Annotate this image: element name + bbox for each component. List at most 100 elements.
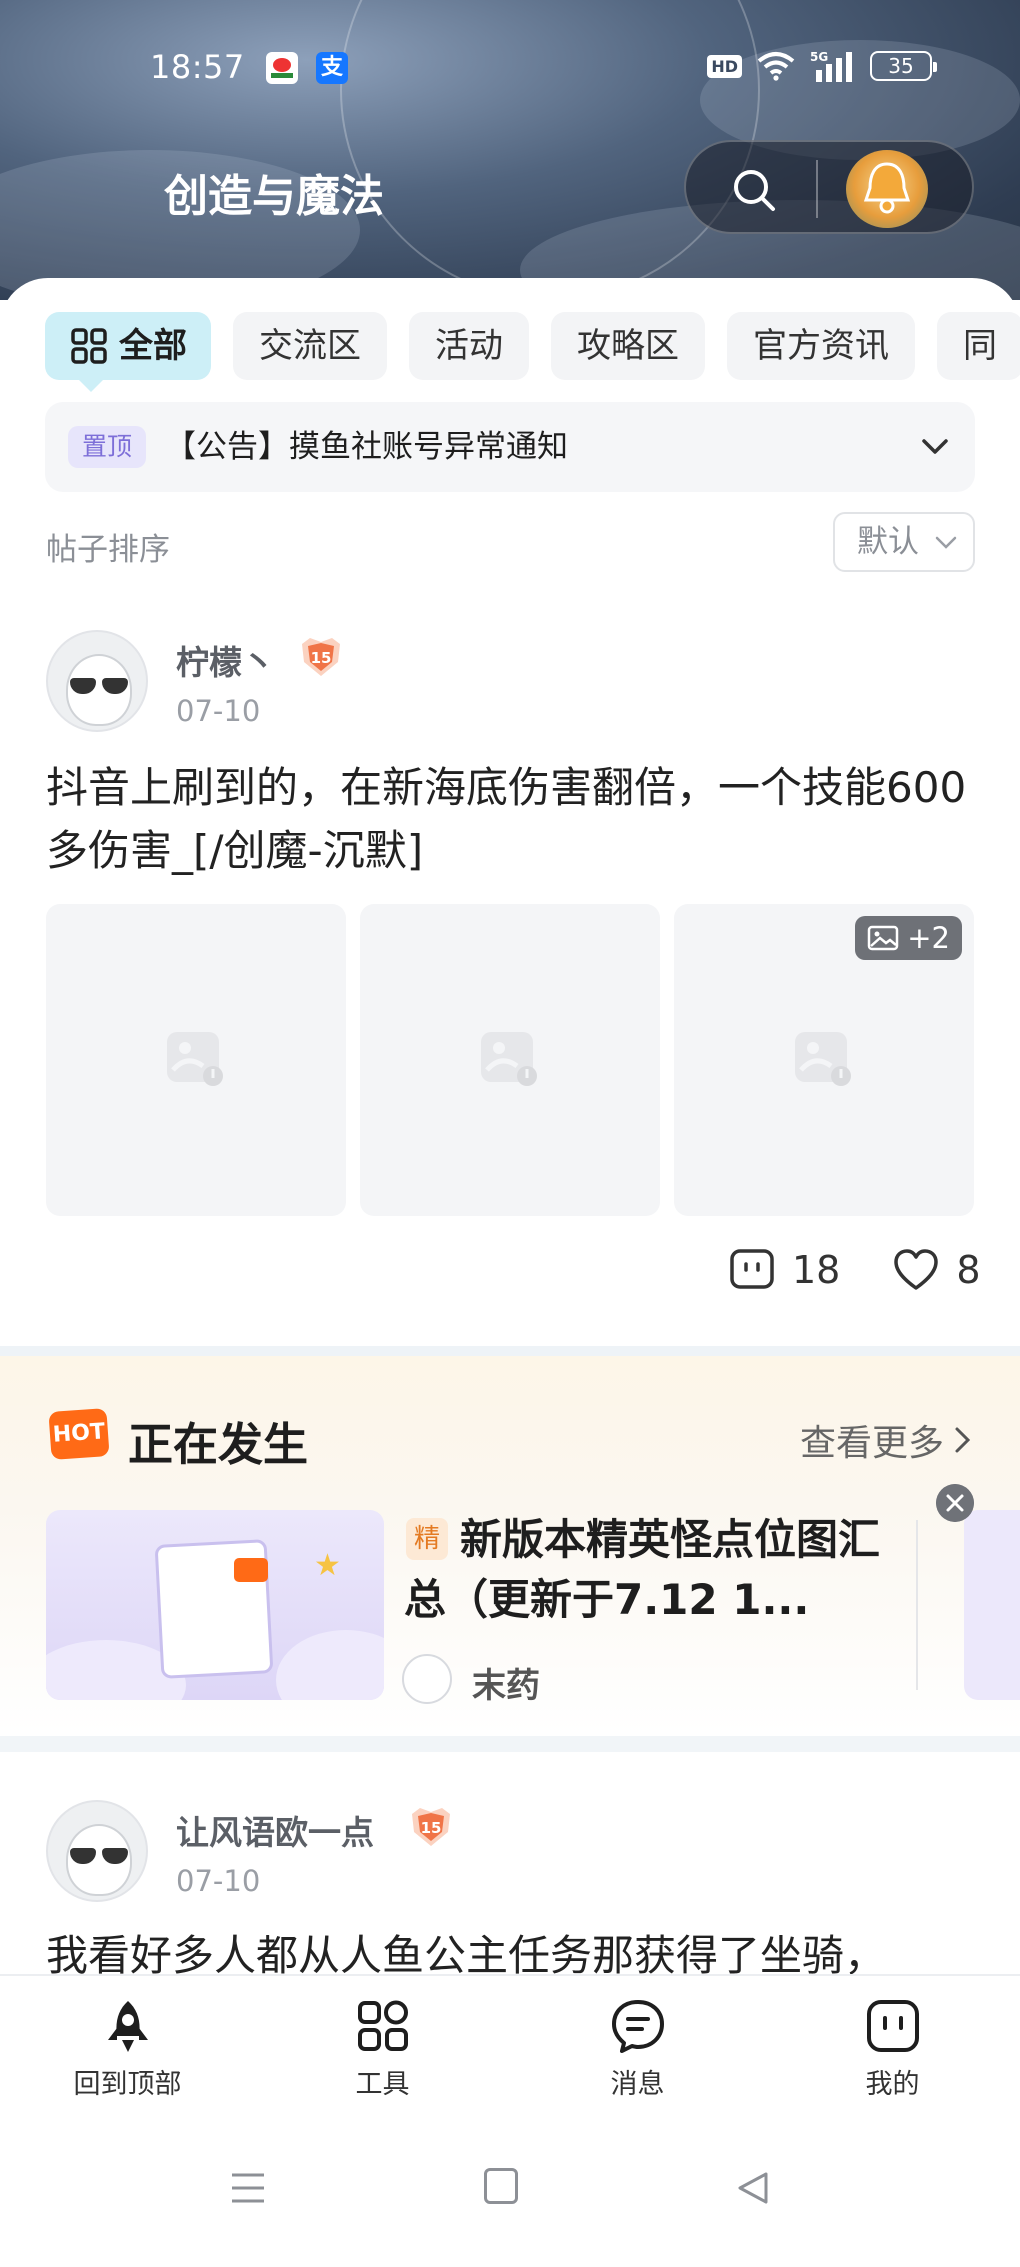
tab-label: 同: [963, 326, 997, 366]
level-number: 15: [421, 1819, 442, 1837]
sunglasses-icon: [68, 678, 130, 694]
bell-icon: [863, 162, 911, 214]
bottom-navigation: 回到顶部 工具 消息 我的: [0, 1974, 1020, 2110]
nav-label: 回到顶部: [73, 2069, 182, 2100]
tab-discussion[interactable]: 交流区: [233, 312, 387, 380]
tools-grid-icon: [358, 2000, 408, 2051]
author-avatar: [402, 1654, 452, 1704]
nav-label: 我的: [865, 2069, 920, 2100]
nav-tools[interactable]: 工具: [255, 1976, 510, 2110]
tab-official-news[interactable]: 官方资讯: [727, 312, 915, 380]
happening-author: 末药: [472, 1666, 540, 1706]
hot-badge: HOT: [48, 1408, 110, 1460]
avatar[interactable]: [46, 630, 148, 732]
tab-more[interactable]: 同: [937, 312, 1020, 380]
see-more-link[interactable]: 查看更多: [800, 1414, 972, 1466]
tab-all[interactable]: 全部: [45, 312, 211, 392]
rocket-icon: [108, 2001, 148, 2052]
grid-icon: [71, 328, 107, 364]
broken-image-icon: [795, 1032, 851, 1086]
sort-dropdown[interactable]: 默认: [833, 512, 975, 572]
tab-label: 官方资讯: [753, 326, 889, 366]
nav-label: 消息: [610, 2069, 665, 2100]
tab-guides[interactable]: 攻略区: [551, 312, 705, 380]
system-navigation-bar: [0, 2110, 1020, 2267]
nav-profile[interactable]: 我的: [765, 1976, 1020, 2110]
happening-thumbnail: ★: [46, 1510, 384, 1700]
image-placeholder[interactable]: +2: [674, 904, 974, 1216]
status-time: 18:57: [150, 48, 245, 86]
message-icon: [612, 2000, 664, 2053]
comment-icon[interactable]: [728, 1248, 776, 1292]
sort-label: 帖子排序: [46, 532, 170, 568]
menu-icon[interactable]: [230, 2170, 266, 2206]
post-text[interactable]: 抖音上刷到的，在新海底伤害翻倍，一个技能600多伤害_[/创魔-沉默]: [46, 756, 976, 882]
chevron-right-icon: [955, 1427, 971, 1453]
chevron-down-icon[interactable]: [919, 432, 951, 462]
tab-label: 交流区: [259, 326, 361, 366]
status-bar: 18:57 支 HD 5G 35: [0, 48, 1020, 88]
nav-label: 工具: [355, 2069, 410, 2100]
pinned-notice[interactable]: 置顶 【公告】摸鱼社账号异常通知: [45, 402, 975, 492]
post-username[interactable]: 柠檬丶: [176, 636, 275, 684]
divider: [816, 160, 818, 218]
nav-messages[interactable]: 消息: [510, 1976, 765, 2110]
next-happening-card[interactable]: [964, 1510, 1020, 1700]
post-date: 07-10: [176, 694, 261, 728]
tab-label: 活动: [435, 326, 503, 366]
section-divider: [0, 1346, 1020, 1356]
card-separator: [916, 1520, 918, 1690]
post-stats: 18 8: [728, 1248, 981, 1292]
post-text[interactable]: 我看好多人都从人鱼公主任务那获得了坐骑，: [46, 1924, 976, 1976]
close-icon[interactable]: [936, 1484, 974, 1522]
post-images: +2: [46, 904, 974, 1216]
notice-text: 【公告】摸鱼社账号异常通知: [165, 429, 568, 465]
star-icon: ★: [314, 1548, 341, 1583]
level-badge-icon: 15: [302, 638, 340, 676]
profile-icon: [867, 2000, 919, 2052]
wifi-icon: [757, 52, 795, 81]
tab-label: 攻略区: [577, 326, 679, 366]
level-badge-icon: 15: [412, 1808, 450, 1846]
battery-indicator: 35: [870, 51, 937, 81]
notification-app-icon: [266, 52, 298, 84]
avatar[interactable]: [46, 1800, 148, 1902]
search-icon[interactable]: [732, 168, 776, 212]
like-count: 8: [956, 1248, 981, 1292]
level-number: 15: [311, 649, 332, 667]
image-placeholder[interactable]: [360, 904, 660, 1216]
signal-icon: 5G: [810, 50, 852, 82]
chevron-down-icon: [935, 536, 957, 549]
more-images-count: +2: [907, 921, 950, 955]
page-title: 创造与魔法: [164, 171, 384, 222]
hd-voice-icon: HD: [707, 54, 742, 78]
nav-back-to-top[interactable]: 回到顶部: [0, 1976, 255, 2110]
svg-text:5G: 5G: [810, 50, 828, 64]
comment-count: 18: [792, 1248, 841, 1292]
sunglasses-icon: [68, 1848, 130, 1864]
post-date: 07-10: [176, 1864, 261, 1898]
image-placeholder[interactable]: [46, 904, 346, 1216]
broken-image-icon: [481, 1032, 537, 1086]
heart-icon[interactable]: [892, 1248, 940, 1292]
sort-value: 默认: [857, 524, 919, 560]
back-icon[interactable]: [736, 2170, 770, 2206]
home-icon[interactable]: [484, 2168, 518, 2204]
hot-sticker-illustration: [234, 1558, 268, 1582]
tab-events[interactable]: 活动: [409, 312, 529, 380]
image-icon: [868, 925, 899, 951]
header-actions: [684, 140, 974, 234]
pinned-badge: 置顶: [68, 426, 147, 468]
section-divider: [0, 1736, 1020, 1752]
broken-image-icon: [167, 1032, 223, 1086]
category-tabs: 全部 交流区 活动 攻略区 官方资讯 同: [45, 312, 1020, 392]
happening-headline: 新版本精英怪点位图汇总（更新于7.12 1...: [404, 1515, 881, 1624]
essence-tag: 精: [406, 1518, 448, 1560]
notification-bell-avatar[interactable]: [846, 150, 928, 228]
see-more-label: 查看更多: [799, 1423, 944, 1464]
happening-card[interactable]: ★ 新版本精英怪点位图汇总（更新于7.12 1... 精 末药: [46, 1510, 918, 1706]
happening-title: 正在发生: [128, 1418, 309, 1471]
happening-section: HOT 正在发生 查看更多 ★ 新版本精英怪点位图汇总（更新于7.12 1...…: [0, 1356, 1020, 1734]
tab-label: 全部: [119, 326, 187, 366]
post-username[interactable]: 让风语欧一点: [176, 1806, 374, 1854]
